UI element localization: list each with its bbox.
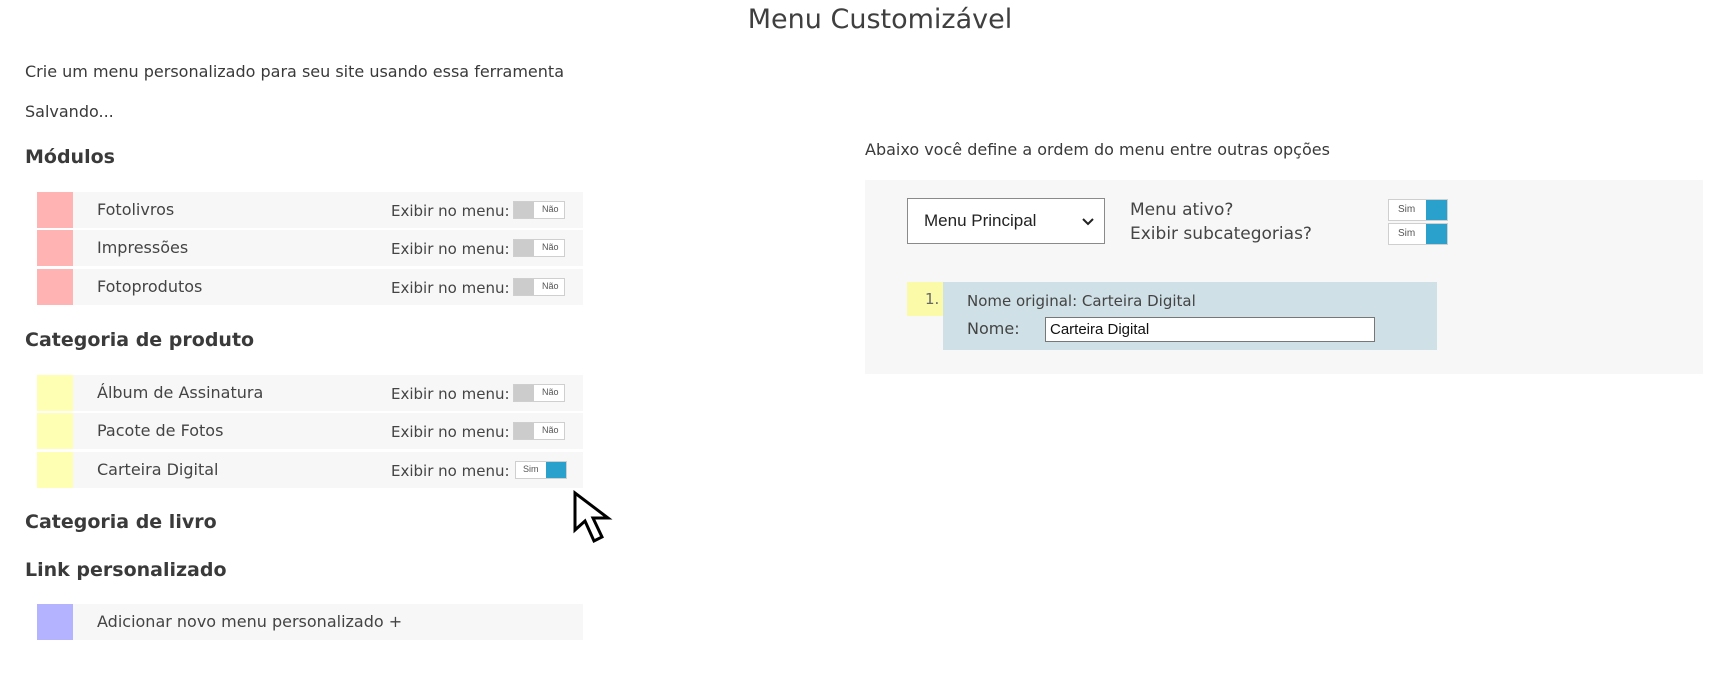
toggle-knob bbox=[546, 462, 566, 478]
menu-item[interactable]: Nome original: Carteira Digital Nome: bbox=[943, 282, 1437, 350]
module-label: Impressões bbox=[97, 238, 189, 257]
menu-order-description: Abaixo você define a ordem do menu entre… bbox=[865, 140, 1330, 159]
section-title-link-personalizado: Link personalizado bbox=[25, 559, 227, 581]
menu-select[interactable]: Menu Principal bbox=[907, 198, 1105, 244]
show-in-menu-toggle[interactable]: Não bbox=[513, 239, 565, 257]
chevron-down-icon bbox=[1082, 218, 1094, 226]
show-in-menu-toggle[interactable]: Não bbox=[513, 422, 565, 440]
menu-item-original-name: Nome original: Carteira Digital bbox=[967, 292, 1196, 310]
menu-select-value: Menu Principal bbox=[924, 211, 1037, 230]
toggle-text: Sim bbox=[1398, 228, 1416, 239]
toggle-text: Não bbox=[542, 242, 559, 252]
list-item: Álbum de Assinatura Exibir no menu: Não bbox=[37, 375, 583, 411]
toggle-knob bbox=[514, 279, 534, 295]
color-swatch[interactable] bbox=[37, 192, 73, 228]
toggle-knob bbox=[1426, 200, 1447, 220]
menu-item-name-input[interactable] bbox=[1045, 317, 1375, 342]
module-label: Fotolivros bbox=[97, 200, 175, 219]
color-swatch[interactable] bbox=[37, 375, 73, 411]
list-item: Carteira Digital Exibir no menu: Sim bbox=[37, 452, 583, 488]
color-swatch[interactable] bbox=[37, 452, 73, 488]
toggle-text: Não bbox=[542, 425, 559, 435]
color-swatch[interactable] bbox=[37, 413, 73, 449]
category-label: Álbum de Assinatura bbox=[97, 383, 264, 402]
page-title: Menu Customizável bbox=[747, 4, 1013, 35]
show-in-menu-label: Exibir no menu: bbox=[391, 279, 510, 297]
list-item: Fotoprodutos Exibir no menu: Não bbox=[37, 269, 583, 305]
section-title-categoria-livro: Categoria de livro bbox=[25, 511, 217, 533]
saving-status: Salvando... bbox=[25, 102, 114, 121]
mouse-pointer-icon bbox=[573, 490, 613, 544]
toggle-text: Não bbox=[542, 387, 559, 397]
menu-active-toggle[interactable]: Sim bbox=[1388, 199, 1448, 221]
show-in-menu-toggle[interactable]: Não bbox=[513, 384, 565, 402]
module-label: Fotoprodutos bbox=[97, 277, 203, 296]
category-label: Carteira Digital bbox=[97, 460, 219, 479]
menu-item-number[interactable]: 1. bbox=[907, 282, 943, 316]
menu-item-name-label: Nome: bbox=[967, 319, 1020, 338]
section-title-modulos: Módulos bbox=[25, 146, 115, 168]
menu-active-label: Menu ativo? bbox=[1130, 200, 1234, 220]
toggle-text: Sim bbox=[1398, 204, 1416, 215]
show-in-menu-label: Exibir no menu: bbox=[391, 202, 510, 220]
toggle-knob bbox=[514, 423, 534, 439]
show-in-menu-label: Exibir no menu: bbox=[391, 423, 510, 441]
color-swatch[interactable] bbox=[37, 604, 73, 640]
show-subcategories-label: Exibir subcategorias? bbox=[1130, 224, 1312, 244]
show-in-menu-toggle[interactable]: Sim bbox=[515, 461, 567, 479]
intro-text: Crie um menu personalizado para seu site… bbox=[25, 62, 564, 81]
list-item: Fotolivros Exibir no menu: Não bbox=[37, 192, 583, 228]
toggle-knob bbox=[1426, 224, 1447, 244]
list-item: Impressões Exibir no menu: Não bbox=[37, 230, 583, 266]
add-custom-menu-label: Adicionar novo menu personalizado + bbox=[97, 612, 403, 631]
section-title-categoria-produto: Categoria de produto bbox=[25, 329, 255, 351]
show-in-menu-toggle[interactable]: Não bbox=[513, 278, 565, 296]
toggle-text: Não bbox=[542, 281, 559, 291]
list-item: Pacote de Fotos Exibir no menu: Não bbox=[37, 413, 583, 449]
category-label: Pacote de Fotos bbox=[97, 421, 224, 440]
menu-settings-panel: Menu Principal Menu ativo? Sim Exibir su… bbox=[865, 180, 1703, 374]
show-in-menu-label: Exibir no menu: bbox=[391, 240, 510, 258]
toggle-knob bbox=[514, 202, 534, 218]
show-in-menu-label: Exibir no menu: bbox=[391, 385, 510, 403]
toggle-knob bbox=[514, 240, 534, 256]
toggle-knob bbox=[514, 385, 534, 401]
color-swatch[interactable] bbox=[37, 230, 73, 266]
show-subcategories-toggle[interactable]: Sim bbox=[1388, 223, 1448, 245]
toggle-text: Sim bbox=[523, 464, 539, 474]
toggle-text: Não bbox=[542, 204, 559, 214]
show-in-menu-toggle[interactable]: Não bbox=[513, 201, 565, 219]
color-swatch[interactable] bbox=[37, 269, 73, 305]
add-custom-menu-button[interactable]: Adicionar novo menu personalizado + bbox=[37, 604, 583, 640]
show-in-menu-label: Exibir no menu: bbox=[391, 462, 510, 480]
